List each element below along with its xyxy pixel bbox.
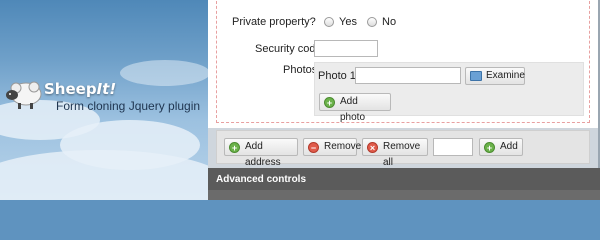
footer-strip	[208, 190, 600, 200]
radio-yes-label: Yes	[339, 16, 357, 28]
cloud	[120, 60, 208, 86]
add-address-button[interactable]: + Add address	[224, 138, 298, 168]
private-property-label: Private property?	[232, 16, 316, 28]
add-icon: +	[229, 142, 240, 153]
photo-item-label: Photo 1	[318, 70, 356, 82]
photo-input[interactable]	[355, 67, 461, 84]
photo-group: Photo 1 Examine + Add photo	[314, 62, 584, 123]
photos-label: Photos	[283, 64, 318, 76]
security-code-label: Security code	[255, 43, 322, 55]
radio-yes[interactable]	[324, 17, 334, 27]
demo-panel: Private property? Yes No Security code P…	[208, 0, 600, 200]
cloud	[0, 150, 208, 200]
add-photo-button-label: Add photo	[340, 96, 366, 123]
add-icon: +	[324, 97, 335, 108]
form-area: Private property? Yes No Security code P…	[208, 0, 598, 128]
logo-main-text: Sheep	[44, 80, 97, 98]
logo-title: SheepIt!	[44, 80, 116, 98]
add-icon: +	[484, 142, 495, 153]
remove-all-button-label: Remove all	[383, 141, 421, 168]
add-count-input[interactable]	[433, 138, 473, 156]
remove-all-button[interactable]: × Remove all	[362, 138, 428, 168]
remove-button[interactable]: − Remove	[303, 138, 361, 156]
examine-button[interactable]: Examine	[465, 67, 525, 85]
sheep-icon	[6, 81, 42, 109]
remove-icon: −	[308, 142, 319, 153]
logo-subtitle: Form cloning Jquery plugin	[56, 99, 201, 113]
add-button-label: Add	[500, 141, 518, 152]
radio-no-label: No	[382, 16, 397, 28]
logo-accent-text: It!	[96, 80, 117, 98]
folder-icon	[470, 71, 482, 81]
remove-icon: ×	[367, 142, 378, 153]
remove-button-label: Remove	[324, 141, 362, 152]
radio-no[interactable]	[367, 17, 377, 27]
examine-button-label: Examine	[486, 70, 525, 81]
security-code-input[interactable]	[314, 40, 378, 57]
add-photo-button[interactable]: + Add photo	[319, 93, 391, 123]
form-controls: + Add address − Remove × Remove all + Ad…	[216, 130, 590, 168]
add-address-button-label: Add address	[245, 141, 281, 168]
add-button[interactable]: + Add	[479, 138, 523, 156]
advanced-controls-header: Advanced controls	[208, 168, 600, 190]
banner: SheepIt! Form cloning Jquery plugin	[0, 0, 208, 200]
